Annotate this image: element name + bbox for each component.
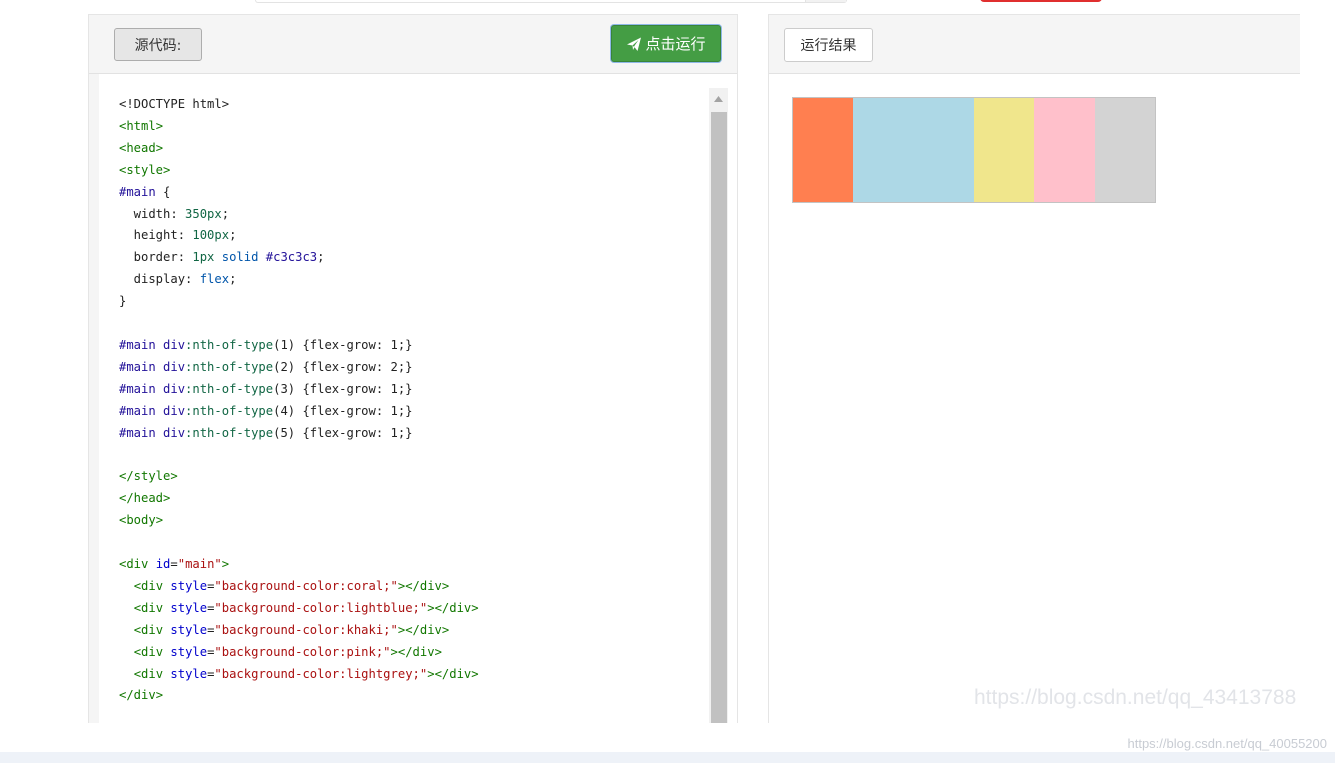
code-line: <div style="background-color:lightblue;"… xyxy=(133,600,479,615)
source-panel-header: 源代码: 点击运行 xyxy=(89,15,737,74)
code-line: <style> xyxy=(119,162,171,177)
result-panel-header: 运行结果 xyxy=(769,15,1300,74)
scroll-thumb[interactable] xyxy=(711,112,727,723)
code-line: <head> xyxy=(119,140,164,155)
code-line: <div style="background-color:khaki;"></d… xyxy=(133,622,450,637)
code-line: border: 1px solid #c3c3c3; xyxy=(119,250,325,265)
flex-item-5 xyxy=(1094,98,1155,202)
source-code-label: 源代码: xyxy=(114,28,202,61)
triangle-up-icon xyxy=(714,96,723,102)
flex-item-1 xyxy=(793,98,854,202)
paper-plane-icon xyxy=(627,37,642,51)
scroll-up-arrow[interactable] xyxy=(709,88,728,110)
code-line: <div style="background-color:coral;"></d… xyxy=(133,578,450,593)
source-panel: 源代码: 点击运行 <!DOCTYPE html> <html> <head> … xyxy=(88,14,738,723)
code-line: #main div:nth-of-type(3) {flex-grow: 1;} xyxy=(119,381,413,396)
code-line: <div id="main"> xyxy=(119,557,230,572)
code-line: <html> xyxy=(119,118,164,133)
code-line: <!DOCTYPE html> xyxy=(119,97,230,111)
result-preview: https://blog.csdn.net/qq_43413788 xyxy=(769,74,1300,723)
top-search-input[interactable] xyxy=(255,0,847,3)
code-line: #main { xyxy=(119,184,171,199)
code-line: #main div:nth-of-type(5) {flex-grow: 1;} xyxy=(119,425,413,440)
page-footer xyxy=(0,752,1335,763)
code-line: <div style="background-color:lightgrey;"… xyxy=(133,666,479,681)
code-line: <body> xyxy=(119,513,164,528)
run-button[interactable]: 点击运行 xyxy=(611,25,721,62)
code-editor[interactable]: <!DOCTYPE html> <html> <head> <style> #m… xyxy=(99,74,737,723)
code-line: #main div:nth-of-type(4) {flex-grow: 1;} xyxy=(119,403,413,418)
run-button-label: 点击运行 xyxy=(645,35,706,53)
run-result-label: 运行结果 xyxy=(784,28,873,62)
code-line: </head> xyxy=(119,491,171,506)
result-panel: 运行结果 https://blog.csdn.net/qq_43413788 xyxy=(768,14,1300,723)
top-search-button[interactable] xyxy=(805,0,846,2)
top-red-button[interactable] xyxy=(980,0,1102,2)
code-content[interactable]: <!DOCTYPE html> <html> <head> <style> #m… xyxy=(119,94,479,707)
flex-item-4 xyxy=(1034,98,1095,202)
watermark-bottom: https://blog.csdn.net/qq_40055200 xyxy=(1127,736,1328,751)
flex-item-2 xyxy=(853,98,974,202)
code-line: #main div:nth-of-type(1) {flex-grow: 1;} xyxy=(119,337,413,352)
code-line: </style> xyxy=(119,469,178,484)
watermark-right: https://blog.csdn.net/qq_43413788 xyxy=(974,686,1297,709)
code-line: } xyxy=(119,294,127,309)
code-line: </div> xyxy=(119,688,164,703)
code-line: height: 100px; xyxy=(119,228,237,243)
code-line: display: flex; xyxy=(119,272,237,287)
editor-scrollbar[interactable] xyxy=(709,88,728,723)
flex-container xyxy=(792,97,1156,203)
code-line: width: 350px; xyxy=(119,206,230,221)
flex-item-3 xyxy=(974,98,1035,202)
code-line: #main div:nth-of-type(2) {flex-grow: 2;} xyxy=(119,359,413,374)
code-line: <div style="background-color:pink;"></di… xyxy=(133,644,442,659)
